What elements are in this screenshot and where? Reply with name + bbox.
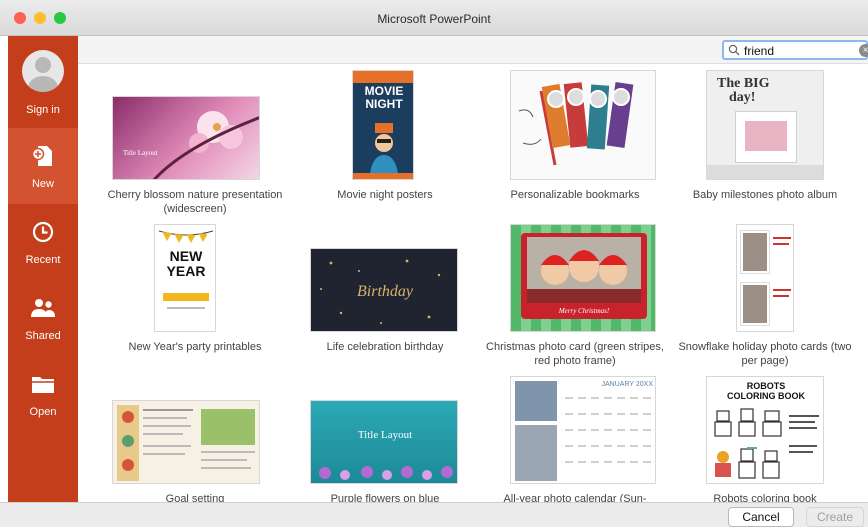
thumbnail-title: JANUARY 20XX	[601, 381, 654, 388]
clock-icon	[8, 220, 78, 244]
template-tile-baby-milestones[interactable]: The BIG day! Baby milestones photo album	[670, 64, 860, 214]
template-caption: Cherry blossom nature presentation (wide…	[107, 189, 283, 215]
thumbnail-title: Birthday	[357, 283, 413, 300]
thumbnail-title: ROBOTS	[746, 381, 786, 391]
thumbnail-title: NIGHT	[365, 97, 403, 111]
new-document-icon	[8, 144, 78, 168]
thumbnail-title: The BIG	[717, 76, 770, 91]
thumbnail-title: MOVIE	[364, 84, 404, 98]
cancel-button[interactable]: Cancel	[728, 507, 794, 527]
thumbnail-title: NEW	[169, 248, 203, 264]
template-caption: Snowflake holiday photo cards (two per p…	[678, 341, 852, 367]
template-tile-bookmarks[interactable]: Personalizable bookmarks	[480, 64, 670, 214]
sidebar-item-label: New	[31, 178, 54, 190]
template-thumbnail	[736, 224, 794, 332]
sidebar-item-new[interactable]: New	[8, 128, 78, 204]
template-caption: Robots coloring book	[713, 493, 817, 502]
thumbnail-title: COLORING BOOK	[727, 391, 805, 401]
sidebar-item-recent[interactable]: Recent	[8, 204, 78, 280]
template-caption: Purple flowers on blue	[330, 493, 440, 502]
search-icon	[728, 44, 740, 56]
thumbnail-title: Title Layout	[123, 149, 158, 157]
template-tile-goal-setting[interactable]: Goal setting	[100, 370, 290, 502]
people-icon	[8, 296, 78, 320]
search-input[interactable]	[744, 43, 844, 58]
template-tile-movie-night[interactable]: MOVIE NIGHT Movie night posters	[290, 64, 480, 214]
title-bar: Microsoft PowerPoint	[0, 0, 868, 36]
template-tile-cherry-blossom[interactable]: Title Layout Cherry blossom nature prese…	[100, 64, 290, 215]
template-caption: All-year photo calendar (Sun-	[503, 493, 647, 502]
sidebar-item-label: Recent	[25, 254, 61, 266]
template-tile-purple-flowers[interactable]: Title Layout Purple flowers on blue	[290, 370, 480, 502]
avatar-icon	[22, 50, 64, 92]
template-caption: New Year's party printables	[128, 341, 262, 353]
template-tile-new-year[interactable]: NEW YEAR New Year's party printables	[100, 218, 290, 368]
window-title: Microsoft PowerPoint	[377, 12, 491, 26]
template-caption: Christmas photo card (green stripes, red…	[486, 341, 664, 367]
template-caption: Movie night posters	[337, 189, 433, 201]
template-caption: Goal setting	[165, 493, 225, 502]
template-thumbnail: The BIG day!	[706, 70, 824, 180]
sign-in-label: Sign in	[26, 104, 60, 116]
thumbnail-title: Title Layout	[357, 429, 413, 441]
thumbnail-title: day!	[729, 90, 756, 105]
sign-in-button[interactable]: Sign in	[8, 36, 78, 128]
sidebar-item-label: Open	[29, 406, 57, 418]
sidebar-item-label: Shared	[25, 330, 61, 342]
template-thumbnail: Title Layout	[112, 96, 260, 180]
template-tile-christmas-card[interactable]: Merry Christmas! Christmas photo card (g…	[480, 218, 670, 368]
create-button[interactable]: Create	[806, 507, 864, 527]
template-caption: Personalizable bookmarks	[510, 189, 640, 201]
template-tile-snowflake-cards[interactable]: Snowflake holiday photo cards (two per p…	[670, 218, 860, 368]
search-box[interactable]: ×	[722, 40, 868, 60]
template-thumbnail: Title Layout	[310, 400, 458, 484]
template-caption: Baby milestones photo album	[692, 189, 838, 201]
template-thumbnail: Birthday	[310, 248, 458, 332]
template-tile-photo-calendar[interactable]: JANUARY 20XX All-year photo calendar (Su…	[480, 370, 670, 502]
search-bar: ×	[78, 36, 868, 64]
clear-search-icon[interactable]: ×	[859, 44, 868, 57]
sidebar: Sign in New Recent Shared Open	[8, 36, 78, 502]
template-thumbnail	[112, 400, 260, 484]
sidebar-item-open[interactable]: Open	[8, 356, 78, 432]
thumbnail-title: YEAR	[166, 263, 206, 279]
template-thumbnail: JANUARY 20XX	[510, 376, 656, 484]
template-thumbnail: MOVIE NIGHT	[352, 70, 414, 180]
template-thumbnail: Merry Christmas!	[510, 224, 656, 332]
template-tile-robots-coloring[interactable]: ROBOTS COLORING BOOK Robots coloring boo…	[670, 370, 860, 502]
template-thumbnail: NEW YEAR	[154, 224, 216, 332]
template-caption: Life celebration birthday	[326, 341, 444, 353]
sidebar-item-shared[interactable]: Shared	[8, 280, 78, 356]
template-thumbnail	[510, 70, 656, 180]
thumbnail-title: Merry Christmas!	[558, 307, 610, 315]
folder-icon	[8, 372, 78, 396]
template-gallery: Title Layout Cherry blossom nature prese…	[78, 64, 868, 502]
dialog-footer: Cancel Create	[0, 502, 868, 527]
template-thumbnail: ROBOTS COLORING BOOK	[706, 376, 824, 484]
template-tile-life-celebration[interactable]: Birthday Life celebration birthday	[290, 218, 480, 368]
